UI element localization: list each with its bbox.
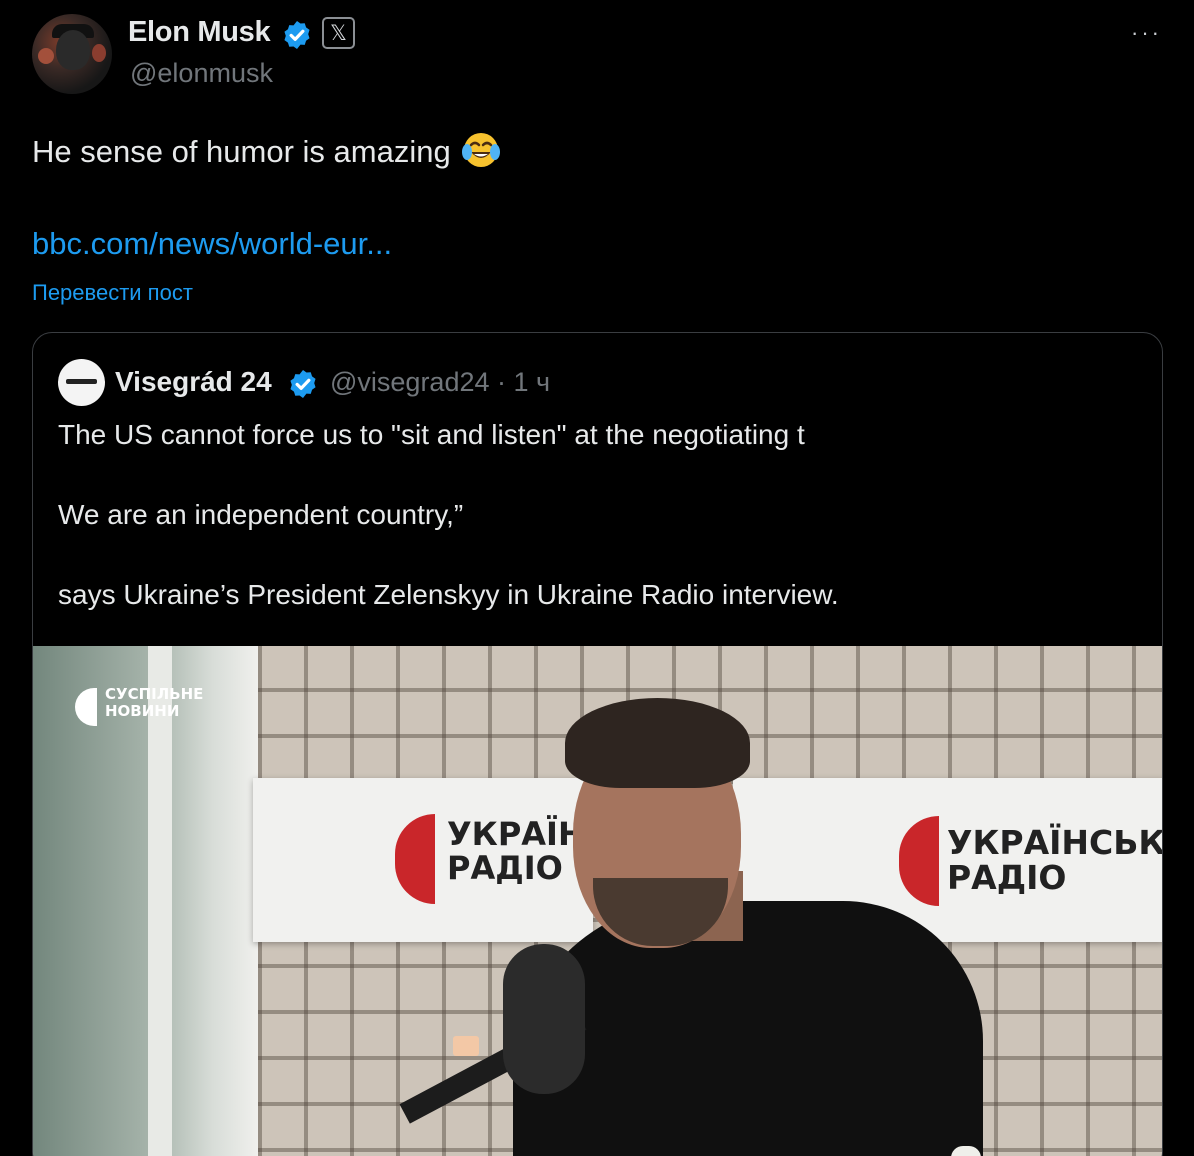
quoted-media-image[interactable]: УКРАЇН РАДІО УКРАЇНСЬКЕ РАДІО bbox=[33, 646, 1163, 1156]
radio-logo-icon bbox=[395, 814, 435, 904]
quoted-verified-badge-icon bbox=[290, 370, 316, 398]
radio-banner-left: УКРАЇН РАДІО bbox=[253, 778, 593, 942]
quoted-text-line-3: says Ukraine’s President Zelenskyy in Uk… bbox=[58, 579, 839, 610]
person-hair bbox=[565, 698, 750, 788]
more-options-icon[interactable]: ··· bbox=[1131, 20, 1162, 46]
watermark-line-1: СУСПІЛЬНЕ bbox=[105, 685, 204, 703]
author-avatar[interactable] bbox=[32, 14, 112, 94]
quoted-author-avatar[interactable] bbox=[58, 359, 105, 406]
translate-post-link[interactable]: Перевести пост bbox=[32, 280, 193, 306]
banner-right-line2: РАДІО bbox=[947, 857, 1067, 897]
author-name[interactable]: Elon Musk bbox=[128, 16, 271, 49]
quoted-author-name[interactable]: Visegrád 24 bbox=[115, 366, 272, 398]
banner-left-line1: УКРАЇН bbox=[447, 815, 585, 853]
post-text: He sense of humor is amazing bbox=[32, 130, 501, 170]
banner-right-line1: УКРАЇНСЬКЕ bbox=[947, 823, 1163, 862]
microphone bbox=[503, 944, 585, 1094]
verified-badge-icon[interactable] bbox=[281, 19, 313, 51]
quoted-text-line-2: We are an independent country,” bbox=[58, 499, 464, 530]
author-handle[interactable]: @elonmusk bbox=[130, 58, 273, 89]
article-link[interactable]: bbc.com/news/world-eur... bbox=[32, 226, 392, 262]
banner-left-line2: РАДІО bbox=[447, 848, 563, 887]
quoted-text-line-1: The US cannot force us to "sit and liste… bbox=[58, 419, 805, 450]
watermark-line-2: НОВИНИ bbox=[105, 702, 180, 720]
tears-of-joy-emoji-icon bbox=[461, 133, 500, 167]
radio-logo-icon bbox=[899, 816, 939, 906]
post-text-content: He sense of humor is amazing bbox=[32, 134, 451, 169]
quoted-handle-and-time[interactable]: @visegrad24 · 1 ч bbox=[330, 367, 550, 398]
studio-door bbox=[33, 646, 258, 1156]
on-air-light bbox=[453, 1036, 479, 1056]
quoted-tweet[interactable]: Visegrád 24 @visegrad24 · 1 ч The US can… bbox=[32, 332, 1163, 1156]
x-affiliate-badge-icon[interactable]: 𝕏 bbox=[322, 17, 355, 49]
